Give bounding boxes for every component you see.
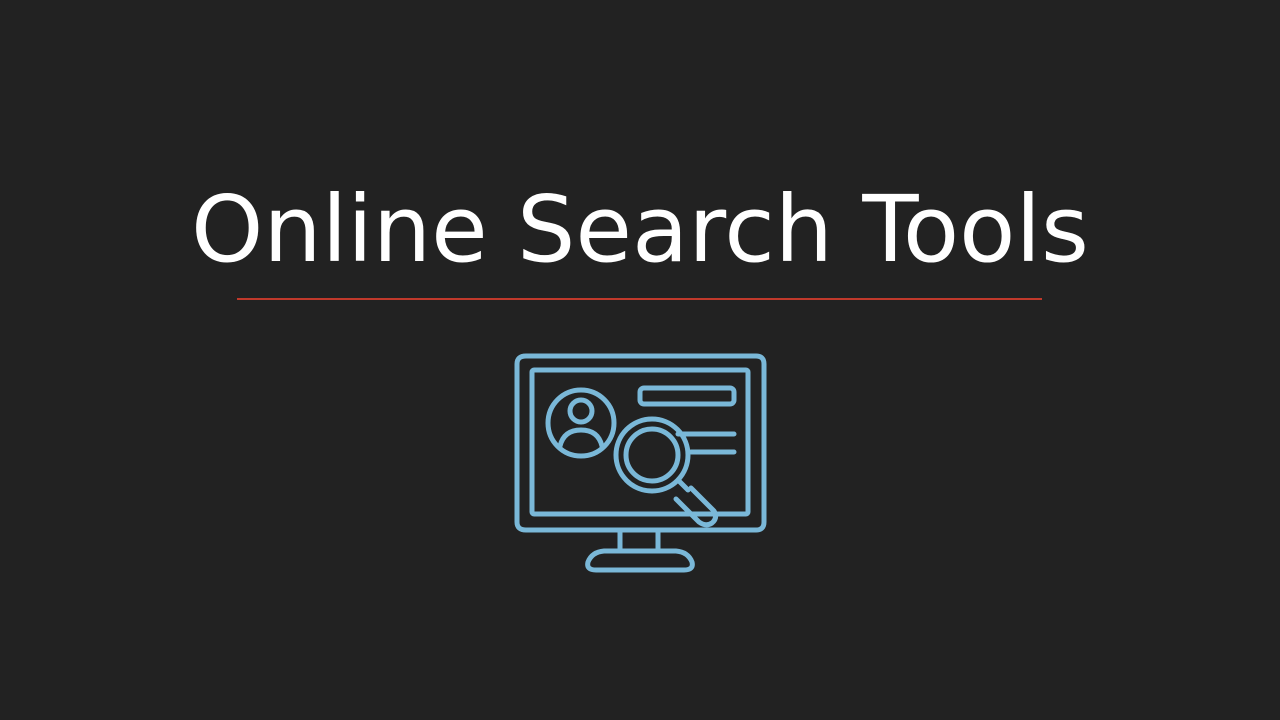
title-slide: Online Search Tools xyxy=(0,0,1280,720)
monitor-profile-search-icon xyxy=(508,348,774,582)
slide-title: Online Search Tools xyxy=(191,176,1089,283)
title-divider xyxy=(237,298,1042,300)
